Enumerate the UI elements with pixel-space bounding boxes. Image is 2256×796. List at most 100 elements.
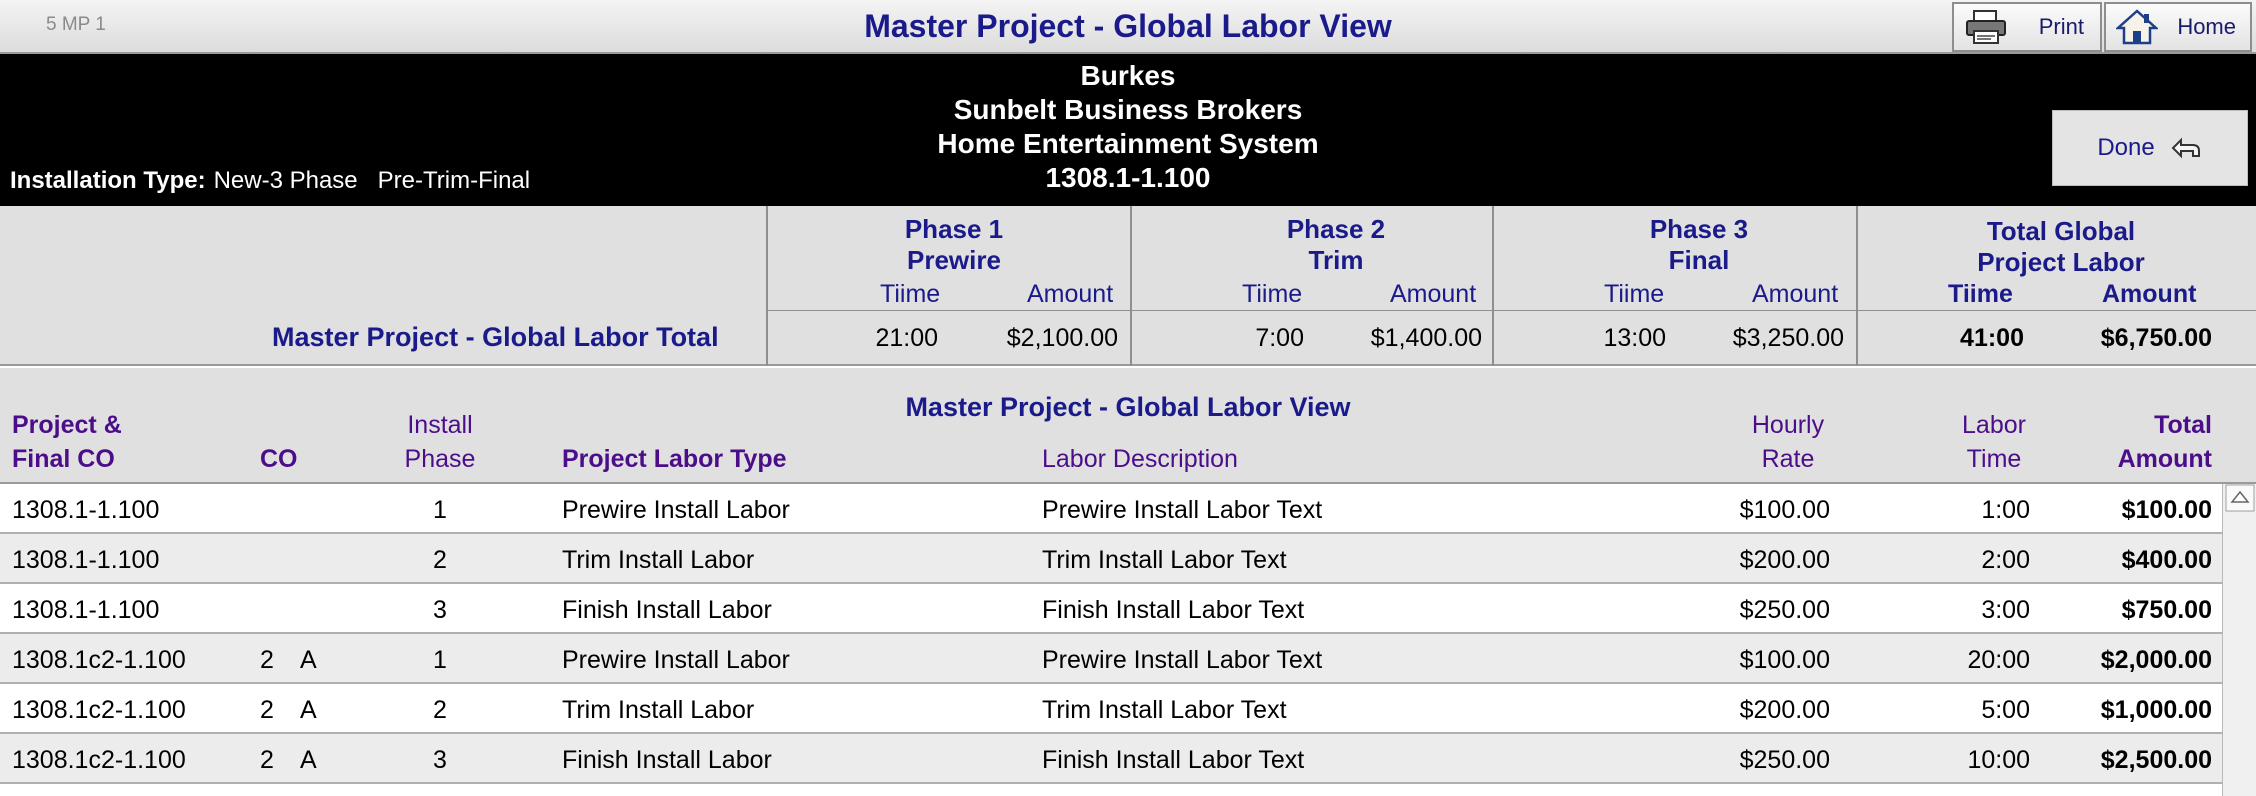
labor-time-cell: 2:00	[1981, 546, 2030, 574]
installation-type-label: Installation Type:	[10, 167, 206, 194]
co-number-cell: 2	[260, 696, 274, 724]
hourly-rate-cell: $250.00	[1739, 596, 1830, 624]
phase-1-name: Phase 1	[904, 214, 1004, 244]
hourly-rate-cell: $100.00	[1739, 646, 1830, 674]
column-header-description[interactable]: Labor Description	[1042, 442, 1238, 476]
total-amount-cell: $750.00	[2121, 596, 2212, 624]
phase-1-time-total: 21:00	[875, 324, 938, 352]
divider	[766, 206, 768, 366]
total-amount-header: Amount	[2102, 280, 2197, 308]
print-button[interactable]: Print	[1952, 2, 2102, 52]
vertical-scrollbar[interactable]	[2222, 484, 2256, 796]
total-title-line1: Total Global	[1986, 216, 2136, 246]
labor-type-cell: Finish Install Labor	[562, 746, 772, 774]
phase-3-amount-total: $3,250.00	[1732, 324, 1844, 352]
total-amount-cell: $1,000.00	[2100, 696, 2212, 724]
total-amount-cell: $400.00	[2121, 546, 2212, 574]
phase-3-time-total: 13:00	[1603, 324, 1666, 352]
labor-time-cell: 1:00	[1981, 496, 2030, 524]
phase-2-amount-header: Amount	[1390, 280, 1477, 308]
phase-3-stage: Final	[1668, 245, 1730, 275]
description-cell: Trim Install Labor Text	[1042, 696, 1287, 724]
title-bar: 5 MP 1 Master Project - Global Labor Vie…	[0, 0, 2256, 54]
column-header-hourly-rate[interactable]: Hourly Rate	[1728, 408, 1848, 476]
labor-type-cell: Prewire Install Labor	[562, 496, 790, 524]
project-cell: 1308.1-1.100	[12, 496, 160, 524]
install-phase-cell: 1	[433, 496, 447, 524]
installation-type-value: New-3 Phase Pre-Trim-Final	[213, 167, 531, 194]
phase-3-name: Phase 3	[1649, 214, 1749, 244]
table-row[interactable]: 1308.1c2-1.100 2 A 3 Finish Install Labo…	[0, 734, 2222, 784]
hourly-rate-cell: $250.00	[1739, 746, 1830, 774]
divider	[1130, 206, 1132, 366]
phase-1-title: Phase 1 Prewire	[856, 214, 1052, 276]
client-name: Burkes	[1080, 60, 1176, 91]
description-cell: Prewire Install Labor Text	[1042, 646, 1323, 674]
total-amount-cell: $2,000.00	[2100, 646, 2212, 674]
column-header-project[interactable]: Project & Final CO	[12, 408, 122, 476]
description-cell: Prewire Install Labor Text	[1042, 496, 1323, 524]
column-header-labor-time-line1: Labor	[1962, 411, 2026, 439]
project-cell: 1308.1c2-1.100	[12, 646, 186, 674]
project-cell: 1308.1c2-1.100	[12, 696, 186, 724]
divider	[1492, 206, 1494, 366]
window-title: Master Project - Global Labor View	[864, 8, 1392, 44]
hourly-rate-cell: $100.00	[1739, 496, 1830, 524]
print-label: Print	[2038, 14, 2084, 39]
done-button[interactable]: Done	[2052, 110, 2248, 186]
divider	[1856, 206, 1858, 366]
install-phase-cell: 2	[433, 546, 447, 574]
table-row[interactable]: 1308.1-1.100 3 Finish Install Labor Fini…	[0, 584, 2222, 634]
printer-icon	[1964, 9, 2008, 45]
column-header-co[interactable]: CO	[260, 442, 298, 476]
column-header-project-line1: Project &	[12, 411, 122, 439]
divider	[766, 310, 2256, 311]
company-name: Sunbelt Business Brokers	[953, 94, 1303, 125]
phase-1-amount-total: $2,100.00	[1006, 324, 1118, 352]
table-row[interactable]: 1308.1-1.100 2 Trim Install Labor Trim I…	[0, 534, 2222, 584]
global-labor-total-label: Master Project - Global Labor Total	[272, 322, 719, 352]
description-cell: Finish Install Labor Text	[1042, 746, 1305, 774]
total-time: 41:00	[1960, 324, 2024, 352]
table-row[interactable]: 1308.1c2-1.100 2 A 2 Trim Install Labor …	[0, 684, 2222, 734]
description-cell: Trim Install Labor Text	[1042, 546, 1287, 574]
scroll-up-arrow-icon[interactable]	[2225, 484, 2255, 512]
description-cell: Finish Install Labor Text	[1042, 596, 1305, 624]
column-header-total-amount-line2: Amount	[2117, 445, 2212, 473]
column-header-total-amount[interactable]: Total Amount	[2070, 408, 2212, 476]
phase-2-amount-total: $1,400.00	[1370, 324, 1482, 352]
install-phase-cell: 2	[433, 696, 447, 724]
table-row[interactable]: 1308.1-1.100 1 Prewire Install Labor Pre…	[0, 484, 2222, 534]
co-letter-cell: A	[300, 696, 317, 724]
phase-1-time-header: Tiime	[880, 280, 941, 308]
labor-type-cell: Prewire Install Labor	[562, 646, 790, 674]
home-button[interactable]: Home	[2104, 2, 2252, 52]
installation-type: Installation Type: New-3 Phase Pre-Trim-F…	[10, 167, 530, 195]
labor-type-cell: Trim Install Labor	[562, 696, 755, 724]
column-header-install-phase[interactable]: Install Phase	[396, 408, 484, 476]
column-header-hourly-rate-line1: Hourly	[1751, 411, 1825, 439]
home-label: Home	[2177, 14, 2236, 39]
done-label: Done	[2097, 134, 2155, 161]
phase-3-time-header: Tiime	[1604, 280, 1665, 308]
co-number-cell: 2	[260, 746, 274, 774]
project-header: Burkes Sunbelt Business Brokers Home Ent…	[0, 54, 2256, 206]
column-header-install-phase-line2: Phase	[404, 445, 476, 473]
column-header-labor-type[interactable]: Project Labor Type	[562, 442, 787, 476]
system-name: Home Entertainment System	[937, 128, 1319, 159]
project-cell: 1308.1c2-1.100	[12, 746, 186, 774]
table-row[interactable]: 1308.1c2-1.100 2 A 1 Prewire Install Lab…	[0, 634, 2222, 684]
phase-2-name: Phase 2	[1286, 214, 1386, 244]
hourly-rate-cell: $200.00	[1739, 546, 1830, 574]
total-time-header: Tiime	[1948, 280, 2013, 308]
column-header-total-amount-line1: Total	[2154, 411, 2212, 439]
labor-time-cell: 5:00	[1981, 696, 2030, 724]
total-title-line2: Project Labor	[1977, 247, 2145, 277]
phase-1-amount-header: Amount	[1027, 280, 1114, 308]
phase-2-stage: Trim	[1308, 245, 1364, 275]
total-title: Total Global Project Labor	[1946, 216, 2176, 278]
phase-3-title: Phase 3 Final	[1598, 214, 1800, 276]
install-phase-cell: 3	[433, 596, 447, 624]
labor-rows: 1308.1-1.100 1 Prewire Install Labor Pre…	[0, 484, 2222, 784]
column-header-labor-time[interactable]: Labor Time	[1944, 408, 2044, 476]
